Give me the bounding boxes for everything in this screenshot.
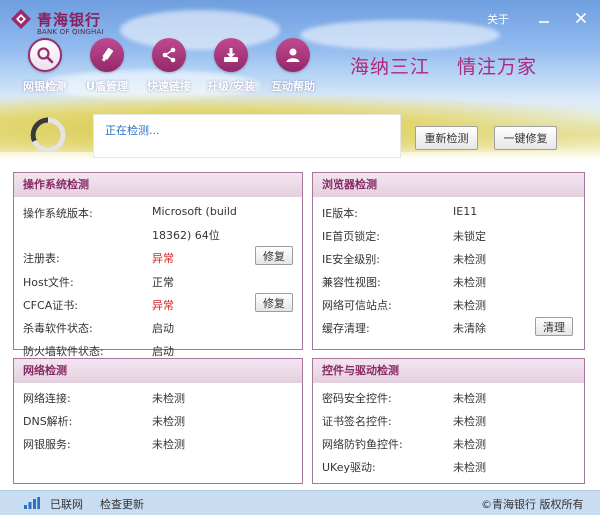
minimize-icon xyxy=(539,21,549,23)
slogan-left: 海纳三江 xyxy=(350,56,431,78)
about-link[interactable]: 关于 xyxy=(487,11,509,27)
minimize-button[interactable] xyxy=(525,0,563,36)
cfca-cert-label: CFCA证书: xyxy=(23,299,78,312)
usb-key-icon xyxy=(101,47,114,62)
anti-phishing-label: 网络防钓鱼控件: xyxy=(322,438,403,451)
nav-icon-wrapper xyxy=(28,38,62,72)
firewall-label: 防火墙软件状态: xyxy=(23,345,104,358)
host-file-label: Host文件: xyxy=(23,276,74,289)
ie-security-level-label: IE安全级别: xyxy=(322,253,380,266)
dns-resolve-status: 未检测 xyxy=(152,415,185,428)
one-click-fix-button[interactable]: 一键修复 xyxy=(494,126,557,150)
firewall-status: 启动 xyxy=(152,345,174,358)
antivirus-status: 启动 xyxy=(152,322,174,335)
nav-label: U盾管理 xyxy=(86,80,128,93)
os-version-label: 操作系统版本: xyxy=(23,207,93,220)
dns-resolve-label: DNS解析: xyxy=(23,415,73,428)
trusted-sites-status: 未检测 xyxy=(453,299,486,312)
cert-sign-control-label: 证书签名控件: xyxy=(322,415,392,428)
nav-item-quick-links[interactable]: 快速链接 xyxy=(138,38,200,94)
nav-icon-wrapper xyxy=(152,38,186,72)
ukey-driver-label: UKey驱动: xyxy=(322,461,376,474)
repair-registry-button[interactable]: 修复 xyxy=(255,246,293,265)
repair-cfca-button[interactable]: 修复 xyxy=(255,293,293,312)
ukey-driver-status: 未检测 xyxy=(453,461,486,474)
network-panel-title: 网络检测 xyxy=(14,359,302,383)
copyright-text: ©青海银行 版权所有 xyxy=(481,498,584,511)
cert-sign-control-status: 未检测 xyxy=(453,415,486,428)
os-version-value: Microsoft (build xyxy=(152,205,237,218)
user-icon xyxy=(286,48,300,62)
nav-item-interactive-help[interactable]: 互动帮助 xyxy=(262,38,324,94)
bank-logo-icon xyxy=(11,9,31,29)
close-button[interactable] xyxy=(562,0,600,36)
search-icon xyxy=(37,47,54,64)
password-control-status: 未检测 xyxy=(453,392,486,405)
bank-name-en: BANK OF QINGHAI xyxy=(37,28,104,36)
driver-panel-title: 控件与驱动检测 xyxy=(313,359,584,383)
compat-view-status: 未检测 xyxy=(453,276,486,289)
os-version-value-line2: 18362) 64位 xyxy=(152,229,220,242)
antivirus-label: 杀毒软件状态: xyxy=(23,322,93,335)
ebank-service-label: 网银服务: xyxy=(23,438,71,451)
control-driver-check-panel: 控件与驱动检测 密码安全控件: 未检测 证书签名控件: 未检测 网络防钓鱼控件:… xyxy=(312,358,585,484)
nav-label: 网银检测 xyxy=(23,80,67,93)
nav-item-online-banking-check[interactable]: 网银检测 xyxy=(14,38,76,94)
ie-version-value: IE11 xyxy=(453,205,478,218)
main-nav: 网银检测 U盾管理 快速链接 升级/安装 互动帮助 xyxy=(14,38,324,94)
ie-security-level-status: 未检测 xyxy=(453,253,486,266)
os-panel-title: 操作系统检测 xyxy=(14,173,302,197)
nav-item-upgrade-install[interactable]: 升级/安装 xyxy=(200,38,262,94)
bank-name-cn: 青海银行 xyxy=(37,11,102,29)
slogan-right: 情注万家 xyxy=(457,56,538,78)
check-update-link[interactable]: 检查更新 xyxy=(100,496,144,512)
browser-check-panel: 浏览器检测 IE版本: IE11 IE首页锁定: 未锁定 IE安全级别: 未检测… xyxy=(312,172,585,350)
nav-label: 快速链接 xyxy=(147,80,191,93)
network-check-panel: 网络检测 网络连接: 未检测 DNS解析: 未检测 网银服务: 未检测 xyxy=(13,358,303,484)
os-check-panel: 操作系统检测 操作系统版本: Microsoft (build 18362) 6… xyxy=(13,172,303,358)
scan-status-text: 正在检测... xyxy=(105,124,160,137)
share-icon xyxy=(162,47,176,63)
download-icon xyxy=(224,48,238,62)
status-bar: 已联网 检查更新 ©青海银行 版权所有 xyxy=(0,490,600,515)
clean-cache-button[interactable]: 清理 xyxy=(535,317,573,336)
nav-icon-wrapper xyxy=(90,38,124,72)
close-icon xyxy=(575,12,587,24)
scan-status-box: 正在检测... xyxy=(93,114,401,158)
cache-clean-status: 未清除 xyxy=(453,322,486,335)
rescan-button[interactable]: 重新检测 xyxy=(415,126,478,150)
host-file-status: 正常 xyxy=(152,276,174,289)
bank-logo: 青海银行 BANK OF QINGHAI xyxy=(10,6,140,36)
ebank-service-status: 未检测 xyxy=(152,438,185,451)
browser-panel-title: 浏览器检测 xyxy=(313,173,584,197)
nav-label: 升级/安装 xyxy=(206,80,256,93)
network-connection-status: 未检测 xyxy=(152,392,185,405)
cache-clean-label: 缓存清理: xyxy=(322,322,370,335)
password-control-label: 密码安全控件: xyxy=(322,392,392,405)
nav-item-ukey-management[interactable]: U盾管理 xyxy=(76,38,138,94)
compat-view-label: 兼容性视图: xyxy=(322,276,381,289)
cfca-cert-status: 异常 xyxy=(152,299,174,312)
ie-homepage-lock-status: 未锁定 xyxy=(453,230,486,243)
nav-icon-wrapper xyxy=(214,38,248,72)
nav-icon-wrapper xyxy=(276,38,310,72)
ie-homepage-lock-label: IE首页锁定: xyxy=(322,230,380,243)
nav-label: 互动帮助 xyxy=(271,80,315,93)
registry-status: 异常 xyxy=(152,252,174,265)
network-connection-label: 网络连接: xyxy=(23,392,71,405)
connection-status: 已联网 xyxy=(50,498,83,511)
trusted-sites-label: 网络可信站点: xyxy=(322,299,392,312)
loading-spinner-icon xyxy=(30,117,66,153)
anti-phishing-status: 未检测 xyxy=(453,438,486,451)
registry-label: 注册表: xyxy=(23,252,60,265)
signal-icon xyxy=(24,497,40,509)
ie-version-label: IE版本: xyxy=(322,207,358,220)
